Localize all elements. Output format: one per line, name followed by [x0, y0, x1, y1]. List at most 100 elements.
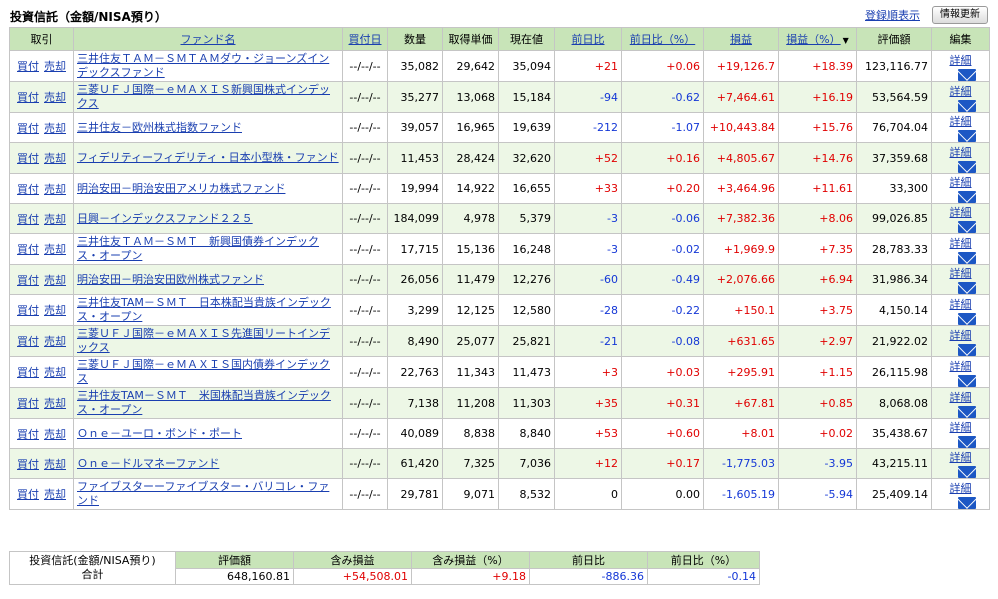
sell-link[interactable]: 売却	[44, 458, 66, 471]
fund-name-link[interactable]: ファイブスターーファイブスター・バリコレ・ファンド	[77, 480, 339, 508]
mail-icon[interactable]	[957, 343, 976, 356]
sell-link[interactable]: 売却	[44, 91, 66, 104]
col-day-change[interactable]: 前日比	[554, 27, 622, 51]
mail-icon[interactable]	[957, 251, 976, 264]
mail-icon[interactable]	[957, 160, 976, 173]
table-row: 買付 売却 Ｏｎｅ－ドルマネーファンド --/--/-- 61,420 7,325 7,03…	[9, 448, 990, 479]
col-fund-name[interactable]: ファンド名	[73, 27, 343, 51]
buy-link[interactable]: 買付	[17, 213, 39, 226]
mail-icon[interactable]	[957, 221, 976, 233]
detail-link[interactable]: 詳細	[950, 391, 972, 404]
mail-icon[interactable]	[957, 466, 976, 478]
col-buy-date[interactable]: 買付日	[342, 27, 388, 51]
buy-link[interactable]: 買付	[17, 243, 39, 256]
detail-link[interactable]: 詳細	[950, 146, 972, 159]
mail-icon[interactable]	[957, 405, 976, 418]
fund-name-link[interactable]: 明治安田－明治安田アメリカ株式ファンド	[77, 182, 339, 196]
mail-icon[interactable]	[957, 191, 976, 203]
detail-link[interactable]: 詳細	[950, 421, 972, 434]
col-pnl-pct[interactable]: 損益（%） ▼	[778, 27, 857, 51]
buy-link[interactable]: 買付	[17, 428, 39, 441]
sell-link[interactable]: 売却	[44, 152, 66, 165]
mail-icon[interactable]	[957, 374, 976, 387]
pnl-pct-cell: +3.75	[778, 294, 857, 326]
detail-link[interactable]: 詳細	[950, 237, 972, 250]
refresh-button[interactable]: 情報更新	[932, 6, 988, 24]
fund-name-link[interactable]: Ｏｎｅ－ドルマネーファンド	[77, 457, 339, 471]
buy-link[interactable]: 買付	[17, 91, 39, 104]
buy-link[interactable]: 買付	[17, 304, 39, 317]
sell-link[interactable]: 売却	[44, 428, 66, 441]
buy-link[interactable]: 買付	[17, 183, 39, 196]
sell-link[interactable]: 売却	[44, 183, 66, 196]
sell-link[interactable]: 売却	[44, 397, 66, 410]
buy-link[interactable]: 買付	[17, 60, 39, 73]
detail-link[interactable]: 詳細	[950, 360, 972, 373]
trade-cell: 買付 売却	[9, 50, 74, 82]
detail-link[interactable]: 詳細	[950, 267, 972, 280]
buy-link[interactable]: 買付	[17, 397, 39, 410]
mail-icon[interactable]	[957, 130, 976, 142]
mail-icon[interactable]	[957, 68, 976, 81]
fund-name-link[interactable]: 三井住友TAM－ＳＭＴ 日本株配当貴族インデックス・オープン	[77, 296, 339, 324]
sell-link[interactable]: 売却	[44, 366, 66, 379]
fund-name-link[interactable]: 三菱ＵＦＪ国際－ｅＭＡＸＩＳ国内債券インデックス	[77, 358, 339, 386]
buy-link[interactable]: 買付	[17, 335, 39, 348]
fund-name-link[interactable]: 三井住友ＴＡＭ－ＳＭＴ 新興国債券インデックス・オープン	[77, 235, 339, 263]
detail-link[interactable]: 詳細	[950, 176, 972, 189]
buy-date-cell: --/--/--	[342, 448, 388, 479]
detail-link[interactable]: 詳細	[950, 451, 972, 464]
quantity-cell: 3,299	[387, 294, 443, 326]
detail-link[interactable]: 詳細	[950, 115, 972, 128]
buy-link[interactable]: 買付	[17, 274, 39, 287]
buy-link[interactable]: 買付	[17, 458, 39, 471]
detail-link[interactable]: 詳細	[950, 298, 972, 311]
summary-col-valuation: 評価額	[175, 551, 294, 569]
summary-day-change-pct: -0.14	[647, 568, 760, 585]
register-order-link[interactable]: 登録順表示	[865, 7, 920, 23]
fund-name-link[interactable]: 日興－インデックスファンド２２５	[77, 212, 339, 226]
detail-link[interactable]: 詳細	[950, 329, 972, 342]
buy-link[interactable]: 買付	[17, 488, 39, 501]
fund-name-link[interactable]: フィデリティーフィデリティ・日本小型株・ファンド	[77, 151, 339, 165]
fund-name-link[interactable]: Ｏｎｅ－ユーロ・ボンド・ポート	[77, 427, 339, 441]
buy-link[interactable]: 買付	[17, 152, 39, 165]
day-change-pct-cell: +0.16	[621, 142, 704, 174]
pnl-pct-cell: -5.94	[778, 478, 857, 510]
col-pnl-pct-label[interactable]: 損益（%）	[786, 33, 840, 46]
mail-icon[interactable]	[957, 99, 976, 112]
sell-link[interactable]: 売却	[44, 304, 66, 317]
sell-link[interactable]: 売却	[44, 243, 66, 256]
mail-icon[interactable]	[957, 312, 976, 325]
col-pnl[interactable]: 損益	[703, 27, 779, 51]
fund-name-link[interactable]: 三菱ＵＦＪ国際－ｅＭＡＸＩＳ先進国リートインデックス	[77, 327, 339, 355]
mail-icon[interactable]	[957, 496, 976, 509]
sell-link[interactable]: 売却	[44, 60, 66, 73]
sell-link[interactable]: 売却	[44, 488, 66, 501]
sell-link[interactable]: 売却	[44, 213, 66, 226]
mail-icon[interactable]	[957, 436, 976, 448]
sell-link[interactable]: 売却	[44, 274, 66, 287]
buy-link[interactable]: 買付	[17, 366, 39, 379]
detail-link[interactable]: 詳細	[950, 206, 972, 219]
col-day-change-pct[interactable]: 前日比（%）	[621, 27, 704, 51]
sell-link[interactable]: 売却	[44, 335, 66, 348]
fund-name-link[interactable]: 明治安田－明治安田欧州株式ファンド	[77, 273, 339, 287]
summary-header-row: 投資信託(金額/NISA預り) 合計 評価額 含み損益 含み損益（%） 前日比 …	[9, 551, 760, 585]
buy-link[interactable]: 買付	[17, 122, 39, 135]
fund-name-link[interactable]: 三井住友－欧州株式指数ファンド	[77, 121, 339, 135]
day-change-pct-cell: -0.49	[621, 264, 704, 295]
fund-name-link[interactable]: 三菱ＵＦＪ国際－ｅＭＡＸＩＳ新興国株式インデックス	[77, 83, 339, 111]
mail-icon[interactable]	[957, 282, 976, 294]
detail-link[interactable]: 詳細	[950, 85, 972, 98]
detail-link[interactable]: 詳細	[950, 54, 972, 67]
fund-name-link[interactable]: 三井住友TAM－ＳＭＴ 米国株配当貴族インデックス・オープン	[77, 389, 339, 417]
edit-cell: 詳細	[931, 81, 990, 113]
pnl-pct-cell: +6.94	[778, 264, 857, 295]
fund-name-link[interactable]: 三井住友ＴＡＭ－ＳＭＴＡＭダウ・ジョーンズインデックスファンド	[77, 52, 339, 80]
detail-link[interactable]: 詳細	[950, 482, 972, 495]
sell-link[interactable]: 売却	[44, 122, 66, 135]
pnl-cell: +7,464.61	[703, 81, 779, 113]
current-price-cell: 15,184	[498, 81, 555, 113]
day-change-cell: -94	[554, 81, 622, 113]
